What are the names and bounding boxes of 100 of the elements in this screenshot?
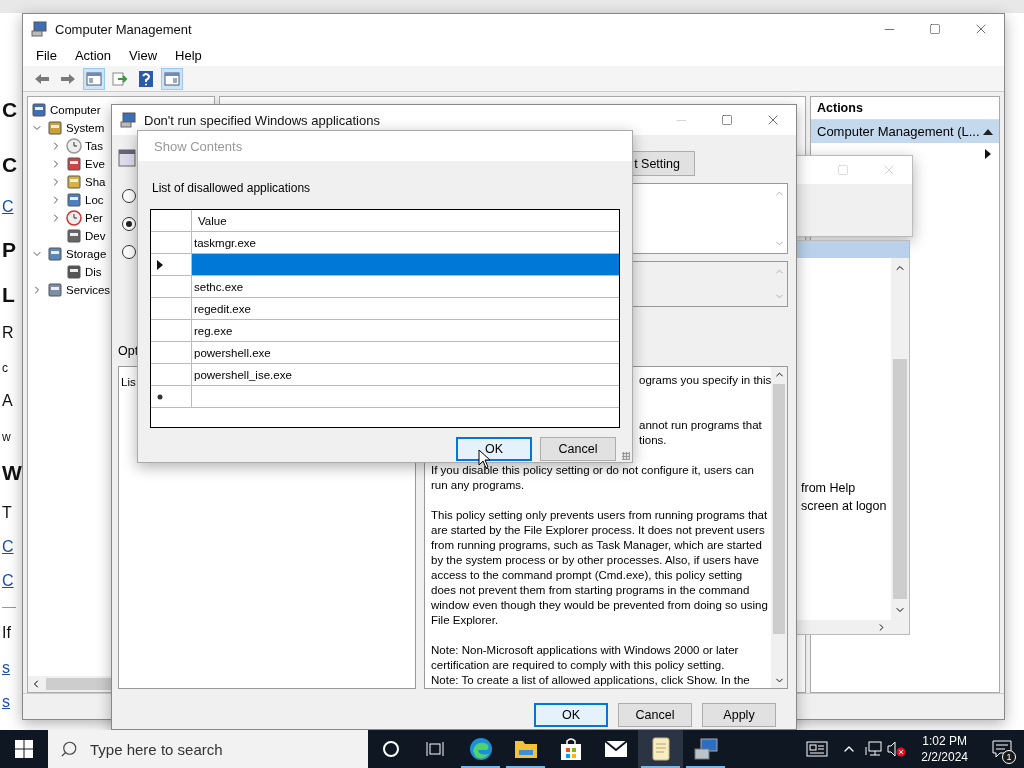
- new-row-icon: [157, 393, 163, 400]
- help-paragraph: If you disable this policy setting or do not configure it, users can run any programs.: [431, 463, 755, 493]
- page-link[interactable]: C: [2, 566, 14, 596]
- tree-item[interactable]: Storage: [66, 248, 107, 260]
- help-paragraph: Note: Non-Microsoft applications with Windows 2000 or later certification are required to comply with this policy setting.: [431, 643, 740, 673]
- page-heading: W: [2, 460, 22, 486]
- dialog-button[interactable]: Apply: [702, 703, 776, 727]
- dialog-title: Don't run specified Windows applications: [144, 112, 380, 128]
- tree-item[interactable]: Eve: [85, 158, 105, 170]
- forward-arrow-icon: [60, 72, 76, 85]
- radio-button[interactable]: [122, 189, 136, 203]
- menu-item[interactable]: Help: [166, 47, 211, 63]
- store-bag-icon: [559, 737, 582, 761]
- vertical-scrollbar[interactable]: [891, 258, 909, 620]
- actions-section-header[interactable]: Computer Management (L...: [811, 120, 999, 143]
- panel-text: screen at logon: [801, 499, 887, 513]
- volume-muted-icon[interactable]: [887, 741, 908, 757]
- page-link[interactable]: s: [2, 653, 10, 683]
- dialog-title: Show Contents: [154, 138, 243, 154]
- page-heading: L: [2, 282, 15, 308]
- maximize-icon[interactable]: [721, 114, 733, 126]
- section-label: Opt: [118, 344, 139, 358]
- page-heading: P: [2, 237, 16, 263]
- page-text: A: [2, 391, 13, 411]
- tree-item[interactable]: Per: [85, 212, 103, 224]
- list-label: List of disallowed applications: [152, 181, 311, 195]
- windows-logo-icon[interactable]: [15, 740, 33, 758]
- services-icon: [47, 282, 63, 298]
- notification-count: 1: [1002, 750, 1016, 764]
- network-icon[interactable]: [864, 741, 883, 757]
- dialog-button[interactable]: OK: [534, 703, 608, 727]
- time-text[interactable]: 1:02 PM: [922, 733, 967, 749]
- help-paragraph: Note: To create a list of allowed applications, click Show. In the: [431, 673, 750, 688]
- search-icon: [60, 740, 78, 758]
- toolbar-button[interactable]: [161, 67, 183, 90]
- policy-icon: [120, 112, 136, 128]
- device-icon: [66, 228, 82, 244]
- computer-management-icon: [692, 737, 719, 761]
- folder-icon: [513, 738, 538, 760]
- menu-item[interactable]: Action: [65, 47, 121, 63]
- date-text[interactable]: 2/2/2024: [921, 749, 968, 765]
- tree-item[interactable]: Dev: [85, 230, 106, 242]
- search-field[interactable]: Type here to search: [48, 730, 368, 768]
- page-link[interactable]: s: [2, 687, 10, 717]
- tree-item[interactable]: Services: [66, 284, 111, 296]
- tree-item[interactable]: Sha: [85, 176, 106, 188]
- export-list-icon: [112, 71, 128, 86]
- page-text: c: [2, 360, 8, 377]
- tree-item[interactable]: Loc: [85, 194, 104, 206]
- tree-item[interactable]: Computer: [50, 104, 101, 116]
- help-icon: [139, 70, 153, 87]
- circle-icon[interactable]: [381, 740, 400, 758]
- menu-item[interactable]: File: [27, 47, 66, 63]
- resize-grip[interactable]: [622, 452, 630, 460]
- event-log-icon: [66, 156, 82, 172]
- setting-icon: [118, 149, 136, 167]
- radio-button[interactable]: [122, 245, 136, 259]
- dialog-button[interactable]: Cancel: [618, 703, 692, 727]
- shared-folder-icon: [66, 174, 82, 190]
- row-pointer-icon: [157, 259, 163, 270]
- column-header[interactable]: Value: [192, 210, 619, 231]
- menu-item[interactable]: View: [120, 47, 167, 63]
- tree-item[interactable]: Dis: [85, 266, 102, 278]
- tree-item[interactable]: System: [66, 122, 105, 134]
- help-paragraph: This policy setting only prevents users from running programs that are started by the File Explorer process. It does not prevent users from running programs, such as Task Manager, which are started by the system process or by other processes. Also, if users have access to the command prompt (Cmd.exe), this policy setting does not prevent them from starting programs in the command window even though they would be prevented from doing so using File Explorer.: [431, 508, 769, 628]
- page-link[interactable]: C: [2, 192, 14, 222]
- taskbar-app[interactable]: [638, 730, 683, 768]
- clock-icon: [66, 138, 82, 154]
- radio-button[interactable]: [122, 217, 136, 231]
- mail-icon: [603, 740, 628, 758]
- panel-text: from Help: [801, 481, 856, 495]
- app-icon: [31, 21, 47, 37]
- page-text: w: [2, 429, 11, 446]
- page-heading: C: [2, 97, 18, 123]
- page-text: R: [2, 323, 14, 343]
- task-view-icon[interactable]: [425, 741, 446, 757]
- dialog-button[interactable]: OK: [456, 437, 532, 461]
- page-link[interactable]: C: [2, 532, 14, 562]
- computer-icon: [31, 102, 47, 118]
- collapse-arrow-icon[interactable]: [983, 128, 993, 135]
- page-text: T: [2, 503, 12, 523]
- dialog-button[interactable]: Cancel: [540, 437, 616, 461]
- gauge-icon: [66, 210, 82, 226]
- help-text: annot run programs that: [639, 418, 762, 433]
- message-icon[interactable]: [992, 740, 1012, 758]
- toolbar-button[interactable]: [83, 67, 105, 90]
- edge-icon: [468, 737, 493, 761]
- selected-cell[interactable]: [192, 254, 619, 275]
- news-icon[interactable]: [806, 741, 829, 757]
- scroll-note-icon: [650, 737, 671, 761]
- submenu-arrow-icon[interactable]: [985, 149, 991, 159]
- page-heading: C: [2, 152, 18, 178]
- tree-pane-icon: [86, 71, 102, 86]
- maximize-icon[interactable]: [929, 23, 941, 35]
- page-text: If: [2, 623, 11, 643]
- tree-item[interactable]: Tas: [85, 140, 103, 152]
- tools-icon: [47, 120, 63, 136]
- vertical-scrollbar[interactable]: [771, 367, 787, 688]
- storage-icon: [47, 246, 63, 262]
- action-pane-icon: [164, 71, 180, 86]
